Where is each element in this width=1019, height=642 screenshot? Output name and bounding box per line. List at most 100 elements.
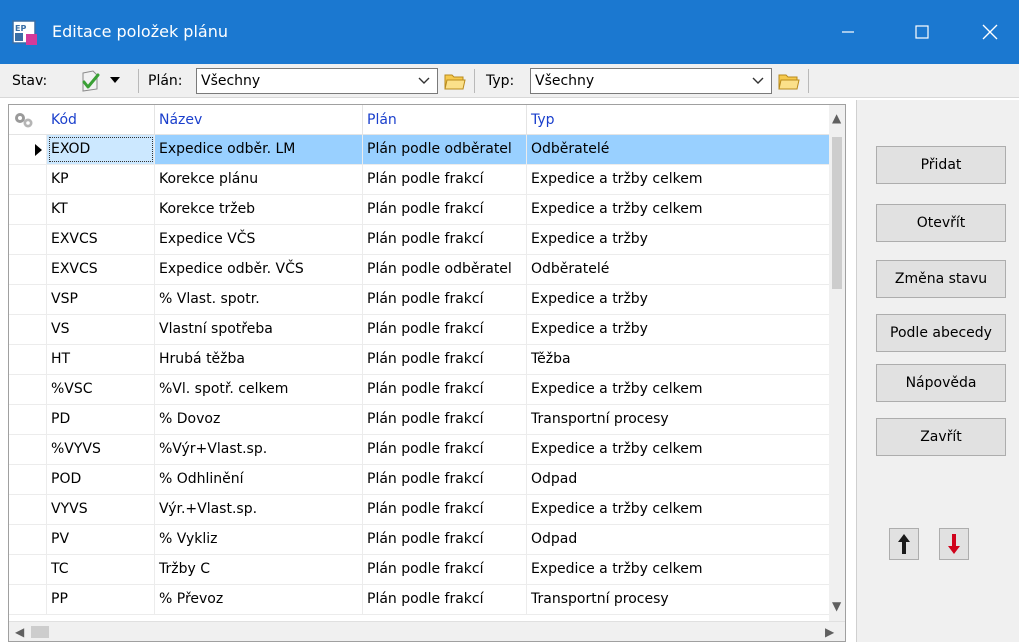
horizontal-scrollbar[interactable]: ◀ ▶ bbox=[9, 621, 845, 641]
table-row[interactable]: EXOD Expedice odběr. LM Plán podle odběrat… bbox=[9, 135, 829, 165]
maximize-button[interactable] bbox=[892, 10, 952, 54]
open-button[interactable]: Otevřít bbox=[876, 204, 1006, 242]
table-row[interactable]: TC Tržby C Plán podle frakcí Expedice a trž… bbox=[9, 555, 829, 585]
gears-icon[interactable] bbox=[13, 111, 35, 129]
plan-select[interactable]: Všechny bbox=[196, 68, 438, 94]
cell-code[interactable]: PP bbox=[47, 585, 155, 614]
cell-plan[interactable]: Plán podle frakcí bbox=[363, 435, 527, 464]
cell-plan[interactable]: Plán podle frakcí bbox=[363, 225, 527, 254]
cell-name[interactable]: Tržby C bbox=[155, 555, 363, 584]
cell-name[interactable]: % Vykliz bbox=[155, 525, 363, 554]
row-indicator[interactable] bbox=[9, 555, 47, 584]
cell-plan[interactable]: Plán podle frakcí bbox=[363, 495, 527, 524]
cell-code[interactable]: VSP bbox=[47, 285, 155, 314]
table-row[interactable]: HT Hrubá těžba Plán podle frakcí Těžba bbox=[9, 345, 829, 375]
column-header-name[interactable]: Název bbox=[155, 105, 363, 135]
row-indicator[interactable] bbox=[9, 435, 47, 464]
row-indicator[interactable] bbox=[9, 135, 47, 164]
items-grid[interactable]: Kód Název Plán Typ EXOD Expedice odběr. L… bbox=[8, 104, 846, 642]
cell-name[interactable]: Hrubá těžba bbox=[155, 345, 363, 374]
cell-name[interactable]: %Vl. spotř. celkem bbox=[155, 375, 363, 404]
cell-name[interactable]: Expedice VČS bbox=[155, 225, 363, 254]
row-indicator[interactable] bbox=[9, 495, 47, 524]
cell-name[interactable]: % Převoz bbox=[155, 585, 363, 614]
scroll-up-arrow-icon[interactable]: ▲ bbox=[832, 111, 841, 125]
close-button[interactable] bbox=[960, 10, 1019, 54]
horizontal-scroll-thumb[interactable] bbox=[31, 626, 49, 638]
move-down-button[interactable] bbox=[939, 528, 969, 560]
cell-type[interactable]: Expedice a tržby celkem bbox=[527, 375, 829, 404]
cell-name[interactable]: Korekce tržeb bbox=[155, 195, 363, 224]
cell-code[interactable]: PV bbox=[47, 525, 155, 554]
help-button[interactable]: Nápověda bbox=[876, 364, 1006, 402]
move-up-button[interactable] bbox=[889, 528, 919, 560]
cell-type[interactable]: Expedice a tržby celkem bbox=[527, 555, 829, 584]
cell-plan[interactable]: Plán podle frakcí bbox=[363, 285, 527, 314]
row-indicator[interactable] bbox=[9, 255, 47, 284]
cell-name[interactable]: Korekce plánu bbox=[155, 165, 363, 194]
cell-plan[interactable]: Plán podle frakcí bbox=[363, 195, 527, 224]
cell-type[interactable]: Expedice a tržby celkem bbox=[527, 435, 829, 464]
cell-plan[interactable]: Plán podle frakcí bbox=[363, 525, 527, 554]
cell-code[interactable]: EXVCS bbox=[47, 255, 155, 284]
cell-type[interactable]: Odpad bbox=[527, 465, 829, 494]
table-row[interactable]: VSP% Vlast. spotr. Plán podle frakcí Exped… bbox=[9, 285, 829, 315]
folder-open-icon[interactable] bbox=[777, 69, 801, 93]
table-row[interactable]: PV% Vykliz Plán podle frakcí Odpad bbox=[9, 525, 829, 555]
vertical-scroll-thumb[interactable] bbox=[832, 137, 842, 289]
cell-type[interactable]: Transportní procesy bbox=[527, 585, 829, 614]
cell-plan[interactable]: Plán podle frakcí bbox=[363, 585, 527, 614]
row-indicator[interactable] bbox=[9, 525, 47, 554]
cell-type[interactable]: Expedice a tržby celkem bbox=[527, 165, 829, 194]
chevron-down-icon[interactable] bbox=[110, 76, 120, 84]
cell-code[interactable]: HT bbox=[47, 345, 155, 374]
cell-name[interactable]: Výr.+Vlast.sp. bbox=[155, 495, 363, 524]
cell-code[interactable]: KP bbox=[47, 165, 155, 194]
cell-plan[interactable]: Plán podle frakcí bbox=[363, 345, 527, 374]
add-button[interactable]: Přidat bbox=[876, 146, 1006, 184]
folder-open-icon[interactable] bbox=[443, 69, 467, 93]
cell-type[interactable]: Expedice a tržby bbox=[527, 225, 829, 254]
cell-type[interactable]: Expedice a tržby bbox=[527, 285, 829, 314]
column-header-type[interactable]: Typ bbox=[527, 105, 829, 135]
cell-type[interactable]: Expedice a tržby celkem bbox=[527, 195, 829, 224]
row-indicator[interactable] bbox=[9, 375, 47, 404]
cell-plan[interactable]: Plán podle frakcí bbox=[363, 405, 527, 434]
close-dialog-button[interactable]: Zavřít bbox=[876, 418, 1006, 456]
cell-name[interactable]: Expedice odběr. LM bbox=[155, 135, 363, 164]
cell-name[interactable]: % Vlast. spotr. bbox=[155, 285, 363, 314]
cell-code[interactable]: TC bbox=[47, 555, 155, 584]
row-indicator[interactable] bbox=[9, 315, 47, 344]
column-header-plan[interactable]: Plán bbox=[363, 105, 527, 135]
cell-type[interactable]: Odběratelé bbox=[527, 255, 829, 284]
vertical-scrollbar[interactable]: ▲ ▼ bbox=[829, 105, 845, 621]
cell-code[interactable]: KT bbox=[47, 195, 155, 224]
cell-plan[interactable]: Plán podle odběratel bbox=[363, 255, 527, 284]
row-indicator[interactable] bbox=[9, 195, 47, 224]
table-row[interactable]: POD% Odhlinění Plán podle frakcí Odpad bbox=[9, 465, 829, 495]
cell-name[interactable]: Expedice odběr. VČS bbox=[155, 255, 363, 284]
cell-code[interactable]: EXVCS bbox=[47, 225, 155, 254]
table-row[interactable]: PD% Dovoz Plán podle frakcí Transportní pr… bbox=[9, 405, 829, 435]
cell-type[interactable]: Expedice a tržby bbox=[527, 315, 829, 344]
scroll-right-arrow-icon[interactable]: ▶ bbox=[825, 625, 834, 639]
sort-alphabetically-button[interactable]: Podle abecedy bbox=[876, 314, 1006, 352]
cell-code[interactable]: VS bbox=[47, 315, 155, 344]
change-state-button[interactable]: Změna stavu bbox=[876, 260, 1006, 298]
cell-code[interactable]: PD bbox=[47, 405, 155, 434]
cell-code[interactable]: POD bbox=[47, 465, 155, 494]
cell-name[interactable]: %Výr+Vlast.sp. bbox=[155, 435, 363, 464]
row-indicator[interactable] bbox=[9, 225, 47, 254]
cell-code[interactable]: %VYVS bbox=[47, 435, 155, 464]
cell-plan[interactable]: Plán podle odběratel bbox=[363, 135, 527, 164]
cell-code[interactable]: %VSC bbox=[47, 375, 155, 404]
table-row[interactable]: EXVCS Expedice odběr. VČS Plán podle odběr… bbox=[9, 255, 829, 285]
cell-name[interactable]: % Dovoz bbox=[155, 405, 363, 434]
row-indicator[interactable] bbox=[9, 405, 47, 434]
cell-code[interactable]: EXOD bbox=[47, 135, 155, 164]
cell-type[interactable]: Těžba bbox=[527, 345, 829, 374]
table-row[interactable]: KP Korekce plánu Plán podle frakcí Expedice… bbox=[9, 165, 829, 195]
minimize-button[interactable] bbox=[818, 10, 878, 54]
title-bar[interactable]: EP Editace položek plánu bbox=[0, 0, 1019, 64]
row-indicator[interactable] bbox=[9, 585, 47, 614]
